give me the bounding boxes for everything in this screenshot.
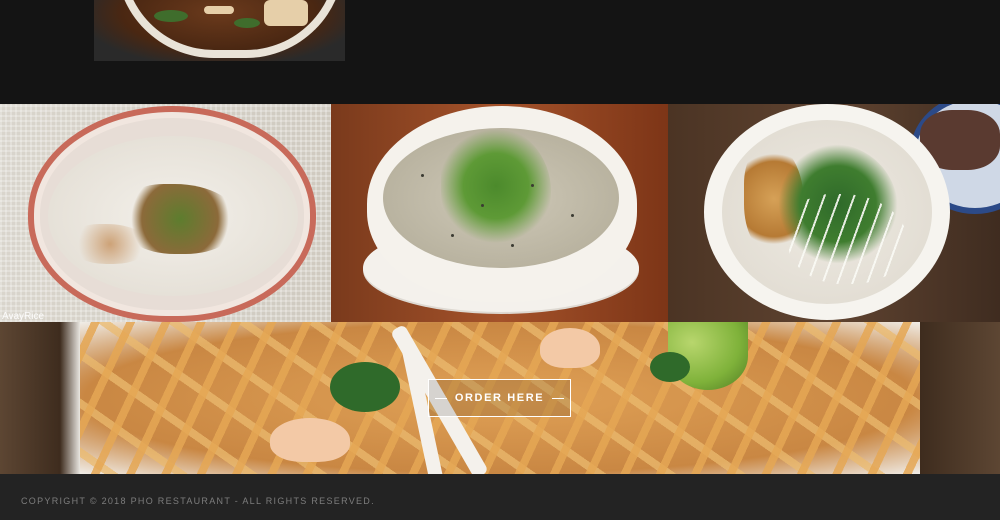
- meat-slice: [264, 0, 308, 26]
- photo-credit: AvayRice: [2, 311, 45, 322]
- dash-right-icon: [552, 397, 565, 399]
- herb-garnish: [650, 352, 690, 382]
- noodle: [204, 6, 234, 14]
- copyright-text: COPYRIGHT © 2018 PHO RESTAURANT - ALL RI…: [21, 496, 375, 506]
- herb-garnish: [154, 10, 188, 22]
- dash-left-icon: [434, 397, 447, 399]
- meat-strips: [70, 224, 150, 264]
- congee-photo[interactable]: AvayRice: [0, 104, 331, 322]
- pho-bowl-photo: [94, 0, 345, 61]
- herb-garnish: [330, 362, 400, 412]
- food-gallery: AvayRice: [0, 104, 1000, 322]
- shrimp: [540, 328, 600, 368]
- herb-garnish: [234, 18, 260, 28]
- soup-bowl-photo[interactable]: [331, 104, 668, 322]
- site-footer: COPYRIGHT © 2018 PHO RESTAURANT - ALL RI…: [0, 474, 1000, 520]
- order-here-label: ORDER HERE: [454, 392, 545, 404]
- porridge-with-youtiao-photo[interactable]: [668, 104, 1000, 322]
- shrimp: [270, 418, 350, 462]
- order-here-button[interactable]: ORDER HERE: [428, 379, 571, 417]
